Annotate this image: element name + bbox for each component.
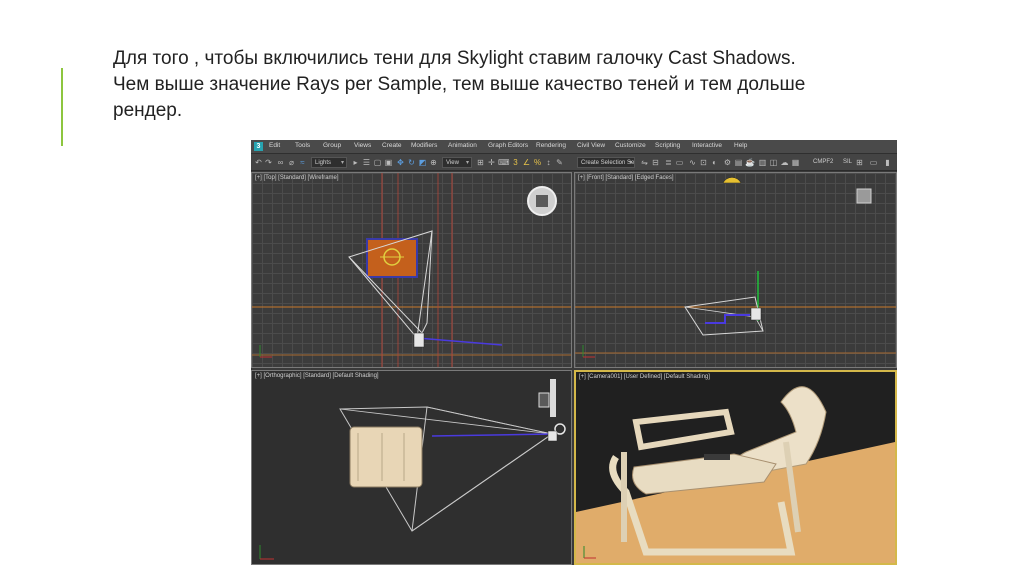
viewport-top[interactable]: [+] [Top] [Standard] [Wireframe] <box>251 172 572 368</box>
percent-snap-icon[interactable]: % <box>533 158 542 167</box>
render-iterative-icon[interactable]: ▥ <box>758 158 767 167</box>
select-move-icon[interactable]: ✥ <box>396 158 405 167</box>
render-online-icon[interactable]: ☁ <box>780 158 789 167</box>
accent-bar <box>61 68 63 146</box>
menu-animation[interactable]: Animation <box>448 142 477 149</box>
slide-line-1: Для того , чтобы включились тени для Sky… <box>113 48 796 69</box>
edit-named-sets-icon[interactable]: ✎ <box>555 158 564 167</box>
render-frame-icon[interactable]: ▤ <box>734 158 743 167</box>
redo-icon[interactable]: ↷ <box>264 158 273 167</box>
menu-civil-view[interactable]: Civil View <box>577 142 605 149</box>
app-logo-icon[interactable]: 3 <box>254 142 263 151</box>
undo-icon[interactable]: ↶ <box>254 158 263 167</box>
panel-icon[interactable]: ▭ <box>869 158 878 167</box>
slide-line-3: рендер. <box>113 100 183 121</box>
toolbar-end-icon[interactable]: ▮ <box>883 158 892 167</box>
menu-modifiers[interactable]: Modifiers <box>411 142 437 149</box>
ortho-view-scene <box>259 379 566 560</box>
named-selection-dropdown[interactable]: Create Selection Se <box>577 157 635 168</box>
menu-graph-editors[interactable]: Graph Editors <box>488 142 528 149</box>
viewport-orthographic[interactable]: [+] [Orthographic] [Standard] [Default S… <box>251 370 572 565</box>
toolbar-status-text: CMPF2 <box>813 159 834 165</box>
select-rotate-icon[interactable]: ↻ <box>407 158 416 167</box>
bind-spacewarp-icon[interactable]: ≈ <box>298 158 307 167</box>
max-screenshot: 3 Edit Tools Group Views Create Modifier… <box>251 140 897 565</box>
rect-selection-icon[interactable]: ▢ <box>373 158 382 167</box>
ribbon-icon[interactable]: ▭ <box>675 158 684 167</box>
menu-views[interactable]: Views <box>354 142 371 149</box>
select-place-icon[interactable]: ⊕ <box>429 158 438 167</box>
pivot-center-icon[interactable]: ⊞ <box>476 158 485 167</box>
menu-rendering[interactable]: Rendering <box>536 142 566 149</box>
angle-snap-icon[interactable]: ∠ <box>522 158 531 167</box>
toolbar-status-text-2: SIL <box>843 159 853 165</box>
menu-group[interactable]: Group <box>323 142 341 149</box>
render-activeshade-icon[interactable]: ◫ <box>769 158 778 167</box>
viewport-layout-icon[interactable]: ⊞ <box>855 158 864 167</box>
select-scale-icon[interactable]: ◩ <box>418 158 427 167</box>
main-toolbar: ↶ ↷ ∞ ⌀ ≈ Lights ▸ ☰ ▢ ▣ ✥ ↻ ◩ ⊕ View ⊞ … <box>251 154 897 171</box>
viewport-camera[interactable]: [+] [Camera001] [User Defined] [Default … <box>574 370 897 565</box>
menu-scripting[interactable]: Scripting <box>655 142 680 149</box>
schematic-view-icon[interactable]: ⊡ <box>699 158 708 167</box>
render-production-icon[interactable]: ☕ <box>745 158 755 167</box>
keyboard-shortcut-icon[interactable]: ⌨ <box>498 158 510 167</box>
open-explorer-icon[interactable]: ▦ <box>791 158 800 167</box>
link-icon[interactable]: ∞ <box>276 158 285 167</box>
reference-coord-dropdown[interactable]: View <box>442 157 472 168</box>
menu-bar: 3 Edit Tools Group Views Create Modifier… <box>251 140 897 154</box>
render-setup-icon[interactable]: ⚙ <box>723 158 732 167</box>
layer-manager-icon[interactable]: ≣ <box>664 158 673 167</box>
viewport-front-label[interactable]: [+] [Front] [Standard] [Edged Faces] <box>578 175 674 181</box>
viewport-ortho-label[interactable]: [+] [Orthographic] [Standard] [Default S… <box>255 373 379 379</box>
align-icon[interactable]: ⊟ <box>651 158 660 167</box>
menu-edit[interactable]: Edit <box>269 142 280 149</box>
viewport-front[interactable]: [+] [Front] [Standard] [Edged Faces] <box>574 172 897 368</box>
slide-text: Для того , чтобы включились тени для Sky… <box>113 46 913 124</box>
manipulate-icon[interactable]: ✛ <box>487 158 496 167</box>
curve-editor-icon[interactable]: ∿ <box>688 158 697 167</box>
menu-tools[interactable]: Tools <box>295 142 310 149</box>
front-view-scene <box>575 177 896 358</box>
menu-help[interactable]: Help <box>734 142 747 149</box>
menu-create[interactable]: Create <box>382 142 402 149</box>
snap-toggle-icon[interactable]: 3 <box>511 158 520 167</box>
slide-line-2: Чем выше значение Rays per Sample, тем в… <box>113 74 806 95</box>
menu-customize[interactable]: Customize <box>615 142 646 149</box>
camera-view-scene <box>576 372 895 563</box>
selection-filter-dropdown[interactable]: Lights <box>311 157 347 168</box>
unlink-icon[interactable]: ⌀ <box>287 158 296 167</box>
viewport-top-label[interactable]: [+] [Top] [Standard] [Wireframe] <box>255 175 339 181</box>
window-crossing-icon[interactable]: ▣ <box>384 158 393 167</box>
spinner-snap-icon[interactable]: ↕ <box>544 158 553 167</box>
material-editor-icon[interactable]: ◐ <box>710 158 719 167</box>
menu-interactive[interactable]: Interactive <box>692 142 722 149</box>
select-by-name-icon[interactable]: ☰ <box>362 158 371 167</box>
select-object-icon[interactable]: ▸ <box>351 158 360 167</box>
mirror-icon[interactable]: ⇋ <box>640 158 649 167</box>
top-view-scene <box>252 173 571 367</box>
viewport-camera-label[interactable]: [+] [Camera001] [User Defined] [Default … <box>579 374 710 380</box>
